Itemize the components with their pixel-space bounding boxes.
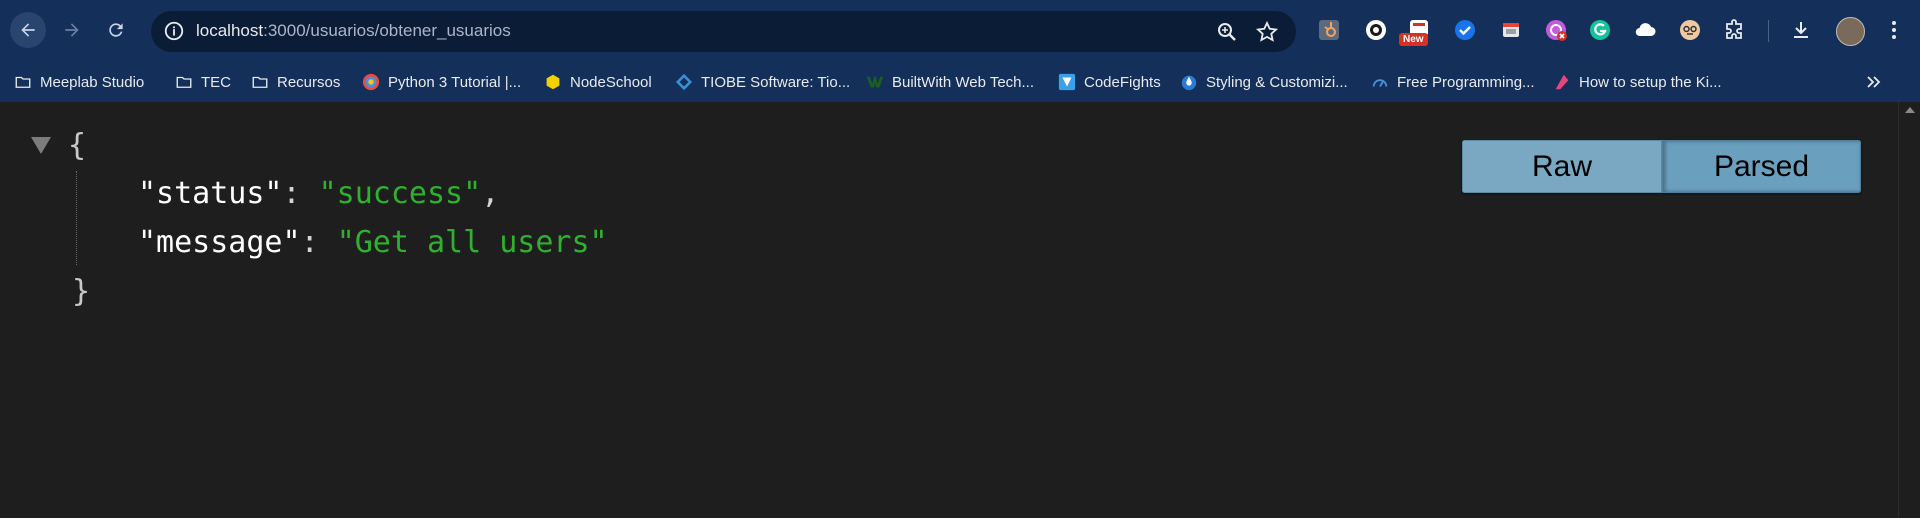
toolbar-separator: [1768, 20, 1769, 42]
bookmark-label: Free Programming...: [1397, 73, 1535, 91]
json-line-message: "message": "Get all users": [138, 218, 608, 267]
bookmark-meeplab-studio[interactable]: Meeplab Studio: [14, 70, 144, 94]
json-value-status: "success": [318, 176, 482, 211]
json-open-brace: {: [68, 128, 87, 163]
puzzle-icon[interactable]: [1722, 17, 1748, 43]
python-icon: [362, 73, 380, 91]
site-info-icon[interactable]: [162, 19, 186, 43]
bookmark-builtwith[interactable]: BuiltWith Web Tech...: [866, 70, 1034, 94]
bookmarks-bar: Meeplab Studio TEC Recursos Python 3 Tut…: [0, 62, 1920, 102]
back-button[interactable]: [10, 12, 46, 48]
bookmark-label: TEC: [201, 73, 231, 91]
url-text[interactable]: localhost:3000/usuarios/obtener_usuarios: [196, 21, 511, 41]
bookmark-nodeschool[interactable]: NodeSchool: [544, 70, 652, 94]
grammarly-icon[interactable]: [1587, 17, 1613, 43]
view-toggle: Raw Parsed: [1462, 140, 1861, 193]
download-icon[interactable]: [1788, 17, 1814, 43]
bookmark-codefights[interactable]: CodeFights: [1058, 70, 1161, 94]
zoom-icon[interactable]: [1215, 20, 1239, 44]
json-line-status: "status": "success",: [138, 169, 499, 218]
menu-icon[interactable]: [1881, 17, 1907, 43]
url-host: localhost: [196, 21, 264, 40]
forward-button[interactable]: [54, 12, 90, 48]
back-arrow-icon: [21, 23, 35, 37]
json-colon: :: [282, 176, 319, 211]
bookmark-label: BuiltWith Web Tech...: [892, 73, 1035, 91]
extension-icon[interactable]: [1363, 17, 1389, 43]
bookmark-label: Styling & Customizi...: [1206, 73, 1348, 91]
bookmark-tiobe[interactable]: TIOBE Software: Tio...: [675, 70, 850, 94]
drop-icon: [1180, 73, 1198, 91]
folder-icon: [251, 73, 269, 91]
json-colon: :: [300, 225, 337, 260]
indent-guide: [76, 171, 77, 265]
raw-button[interactable]: Raw: [1462, 140, 1662, 193]
window-icon[interactable]: [1498, 17, 1524, 43]
parsed-button[interactable]: Parsed: [1662, 140, 1861, 193]
cloud-icon[interactable]: [1632, 17, 1658, 43]
json-close-brace: }: [72, 274, 91, 309]
bookmark-label: TIOBE Software: Tio...: [701, 73, 851, 91]
tiobe-icon: [675, 73, 693, 91]
bookmark-label: Recursos: [277, 73, 341, 91]
bookmark-tec[interactable]: TEC: [175, 70, 231, 94]
chevron-double-right-icon[interactable]: [1864, 72, 1884, 92]
json-key-status: "status": [138, 176, 283, 211]
bookmark-recursos[interactable]: Recursos: [251, 70, 340, 94]
bookmark-python-tutorial[interactable]: Python 3 Tutorial |...: [362, 70, 521, 94]
hexagon-icon: [544, 73, 562, 91]
hubspot-icon[interactable]: [1316, 17, 1342, 43]
folder-icon: [175, 73, 193, 91]
check-icon[interactable]: [1452, 17, 1478, 43]
builtwith-icon: [866, 73, 884, 91]
scroll-up-arrow-icon[interactable]: [1905, 107, 1915, 113]
pomodoro-icon[interactable]: [1543, 17, 1569, 43]
bookmark-free-programming[interactable]: Free Programming...: [1371, 70, 1535, 94]
bookmark-label: NodeSchool: [570, 73, 652, 91]
bookmark-kite-setup[interactable]: How to setup the Ki...: [1553, 70, 1722, 94]
codefights-icon: [1058, 73, 1076, 91]
bookmark-label: Meeplab Studio: [40, 73, 145, 91]
avatar[interactable]: [1836, 17, 1865, 46]
collapse-toggle-icon[interactable]: [31, 137, 51, 154]
kite-icon: [1553, 73, 1571, 91]
url-path: :3000/usuarios/obtener_usuarios: [263, 21, 511, 40]
face-icon[interactable]: [1677, 17, 1703, 43]
browser-toolbar: localhost:3000/usuarios/obtener_usuarios…: [0, 0, 1920, 62]
json-comma: ,: [481, 176, 500, 211]
new-badge: New: [1399, 33, 1428, 46]
star-icon[interactable]: [1255, 20, 1279, 44]
reload-button[interactable]: [98, 12, 134, 48]
folder-icon: [14, 73, 32, 91]
json-value-message: "Get all users": [336, 225, 608, 260]
json-key-message: "message": [138, 225, 301, 260]
reload-icon: [109, 23, 123, 37]
vertical-scrollbar[interactable]: [1898, 102, 1920, 518]
bookmark-label: How to setup the Ki...: [1579, 73, 1722, 91]
bookmark-label: CodeFights: [1084, 73, 1161, 91]
forward-arrow-icon: [65, 23, 79, 37]
bookmark-label: Python 3 Tutorial |...: [388, 73, 522, 91]
address-bar[interactable]: localhost:3000/usuarios/obtener_usuarios: [151, 11, 1296, 52]
bookmark-styling-customizing[interactable]: Styling & Customizi...: [1180, 70, 1348, 94]
cloud-gauge-icon: [1371, 73, 1389, 91]
